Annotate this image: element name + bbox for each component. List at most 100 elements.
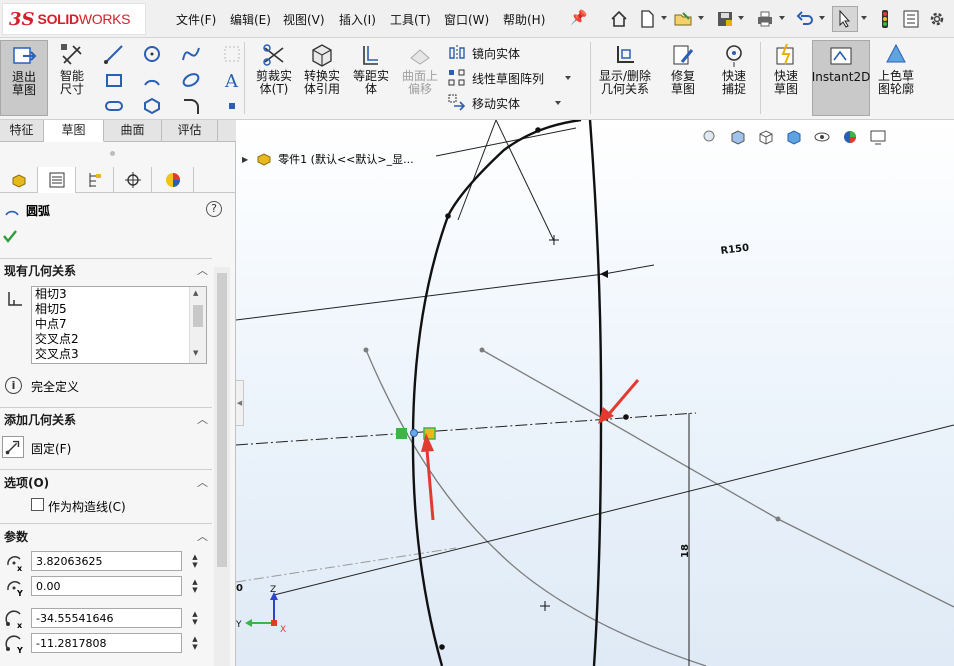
tab-configuration-manager[interactable] <box>76 167 114 193</box>
fillet-tool-icon[interactable] <box>181 96 201 116</box>
relations-list[interactable]: 相切3 相切5 中点7 交叉点2 交叉点3 ▲ ▼ <box>31 286 207 364</box>
sketch-point[interactable] <box>479 347 485 353</box>
sketch-point[interactable] <box>445 213 451 219</box>
tab-surfaces[interactable]: 曲面 <box>104 120 162 142</box>
add-relations-header[interactable]: 添加几何关系 ︿ <box>0 408 212 432</box>
pattern-dropdown-icon[interactable] <box>564 74 572 82</box>
selected-endpoint[interactable] <box>410 429 418 437</box>
view-settings-icon[interactable] <box>864 124 892 150</box>
tab-feature-manager[interactable] <box>0 167 38 193</box>
panel-grip-handle[interactable] <box>110 151 115 156</box>
panel-splitter-handle[interactable]: ◀ <box>236 380 244 426</box>
point-tool-icon[interactable] <box>222 96 242 116</box>
mirror-entities-button[interactable]: 镜向实体 <box>448 42 520 64</box>
list-item[interactable]: 相切3 <box>32 287 206 302</box>
panel-scrollbar[interactable] <box>214 267 230 666</box>
flyout-feature-tree[interactable]: ▶ 零件1 (默认<<默认>_显... <box>242 150 414 168</box>
relations-scrollbar[interactable]: ▲ ▼ <box>189 287 206 363</box>
menu-view[interactable]: 视图(V) <box>283 11 325 28</box>
start-y-field[interactable] <box>31 633 182 653</box>
rapid-sketch-button[interactable]: 快速草图 <box>764 40 808 116</box>
offset-on-surface-button[interactable]: 曲面上偏移 <box>398 40 442 116</box>
smart-dimension-button[interactable]: 智能尺寸 <box>50 40 94 116</box>
center-x-field[interactable] <box>31 551 182 571</box>
relation-marker-icon[interactable] <box>396 428 407 439</box>
save-dropdown-icon[interactable] <box>737 14 745 22</box>
open-dropdown-icon[interactable] <box>697 14 705 22</box>
line-tool-icon[interactable] <box>104 44 124 64</box>
list-item[interactable]: 中点7 <box>32 317 206 332</box>
start-x-spinner[interactable]: ▲ ▼ <box>184 608 206 628</box>
sketch-point[interactable] <box>535 127 541 133</box>
edit-appearance-icon[interactable] <box>836 124 864 150</box>
list-item[interactable]: 交叉点3 <box>32 347 206 362</box>
list-item[interactable]: 相切5 <box>32 302 206 317</box>
sketch-line[interactable] <box>236 264 655 321</box>
options-gear-icon[interactable] <box>924 6 950 32</box>
polygon-tool-icon[interactable] <box>142 96 162 116</box>
linear-sketch-pattern-button[interactable]: 线性草图阵列 <box>448 67 578 89</box>
new-dropdown-icon[interactable] <box>660 14 668 22</box>
construction-line[interactable] <box>481 349 954 608</box>
new-document-icon[interactable] <box>634 6 660 32</box>
tab-property-manager[interactable] <box>38 167 76 193</box>
ok-check-icon[interactable] <box>2 228 18 244</box>
menu-file[interactable]: 文件(F) <box>176 11 216 28</box>
tab-display-manager[interactable] <box>152 167 194 193</box>
partial-dimension-label[interactable]: 0 <box>236 583 243 594</box>
profile-arc-right[interactable] <box>588 120 603 666</box>
hide-show-items-icon[interactable] <box>808 124 836 150</box>
repair-sketch-button[interactable]: 修复草图 <box>660 40 706 116</box>
plane-tool-icon[interactable] <box>222 44 242 64</box>
move-entities-button[interactable]: 移动实体 <box>448 92 568 114</box>
sketch-canvas[interactable]: R150 18 0 Y Z X <box>236 120 954 666</box>
open-folder-icon[interactable] <box>670 6 696 32</box>
sketch-point[interactable] <box>623 414 629 420</box>
trim-entities-button[interactable]: 剪裁实体(T) <box>252 40 296 116</box>
sketch-point[interactable] <box>363 347 369 353</box>
quick-snaps-button[interactable]: 快速捕捉 <box>712 40 756 116</box>
radius-dimension-label[interactable]: R150 <box>720 243 750 257</box>
center-y-field[interactable] <box>31 576 182 596</box>
menu-edit[interactable]: 编辑(E) <box>230 11 271 28</box>
instant2d-button[interactable]: Instant2D <box>812 40 870 116</box>
tab-dimxpert-manager[interactable] <box>114 167 152 193</box>
existing-relations-header[interactable]: 现有几何关系 ︿ <box>0 259 212 283</box>
arc-tool-icon[interactable] <box>142 70 162 90</box>
collapse-chevron-icon[interactable]: ︿ <box>197 471 208 495</box>
options-header[interactable]: 选项(O) ︿ <box>0 471 212 495</box>
sketch-point[interactable] <box>439 644 445 650</box>
menu-insert[interactable]: 插入(I) <box>339 11 376 28</box>
solidworks-logo[interactable]: 3S SOLIDWORKS <box>2 3 146 35</box>
offset-entities-button[interactable]: 等距实体 <box>348 40 394 116</box>
part-name[interactable]: 零件1 (默认<<默认>_显... <box>278 151 413 167</box>
tab-evaluate[interactable]: 评估 <box>162 120 218 142</box>
menu-help[interactable]: 帮助(H) <box>503 11 545 28</box>
exit-sketch-button[interactable]: 退出草图 <box>0 40 48 116</box>
ellipse-tool-icon[interactable] <box>181 70 201 90</box>
sketch-point[interactable] <box>775 516 781 522</box>
select-dropdown-icon[interactable] <box>860 14 868 22</box>
construction-checkbox[interactable] <box>31 498 44 511</box>
rectangle-tool-icon[interactable] <box>104 70 124 90</box>
move-dropdown-icon[interactable] <box>554 99 562 107</box>
collapse-chevron-icon[interactable]: ︿ <box>197 525 208 549</box>
construction-arc[interactable] <box>365 349 707 666</box>
start-x-field[interactable] <box>31 608 182 628</box>
rebuild-traffic-light-icon[interactable] <box>872 6 898 32</box>
convert-entities-button[interactable]: 转换实体引用 <box>300 40 344 116</box>
profile-arc-left[interactable] <box>411 120 582 666</box>
shaded-sketch-contours-button[interactable]: 上色草图轮廓 <box>872 40 920 116</box>
display-delete-relations-button[interactable]: 显示/删除几何关系 <box>596 40 654 116</box>
parameters-header[interactable]: 参数 ︿ <box>0 525 212 549</box>
print-dropdown-icon[interactable] <box>778 14 786 22</box>
print-icon[interactable] <box>752 6 778 32</box>
menu-tools[interactable]: 工具(T) <box>390 11 431 28</box>
graphics-area[interactable]: R150 18 0 Y Z X ▶ 零件1 (默认<<默认>_显... <box>236 120 954 666</box>
menu-window[interactable]: 窗口(W) <box>444 11 489 28</box>
collapse-chevron-icon[interactable]: ︿ <box>197 259 208 283</box>
tab-sketch[interactable]: 草图 <box>44 120 104 142</box>
home-icon[interactable] <box>606 6 632 32</box>
undo-icon[interactable] <box>792 6 818 32</box>
sketch-line[interactable] <box>435 127 577 157</box>
